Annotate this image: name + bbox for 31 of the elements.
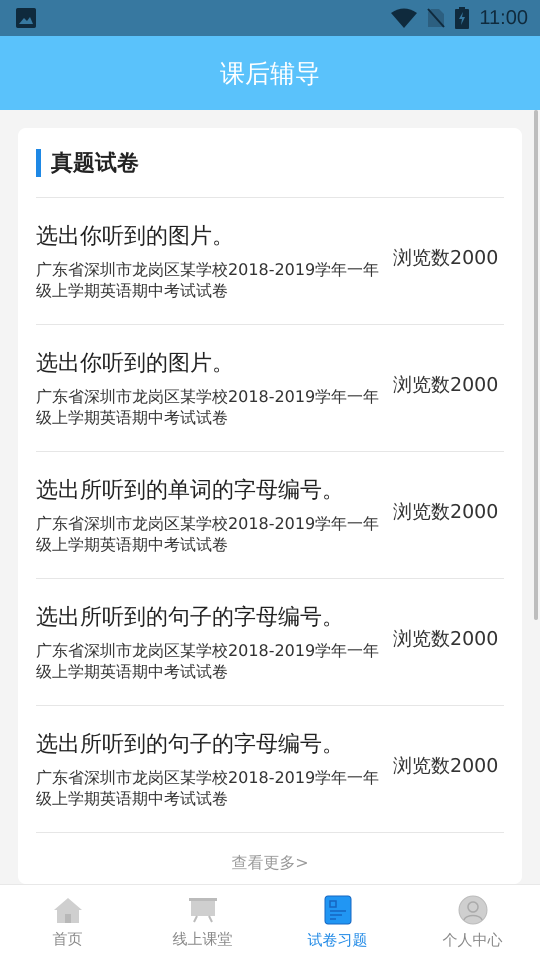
easel-icon [186, 896, 218, 924]
view-count: 浏览数2000 [393, 246, 498, 271]
view-count: 浏览数2000 [393, 373, 498, 398]
image-icon [16, 8, 36, 28]
question-title[interactable]: 选出所听到的单词的字母编号。 [36, 475, 391, 505]
exam-source: 广东省深圳市龙岗区某学校2018-2019学年一年级上学期英语期中考试试卷 [36, 259, 380, 301]
nav-tab[interactable]: 试卷习题 [270, 885, 405, 960]
section-title: 真题试卷 [51, 150, 139, 178]
wifi-icon [391, 8, 418, 28]
exam-source: 广东省深圳市龙岗区某学校2018-2019学年一年级上学期英语期中考试试卷 [36, 767, 380, 809]
accent-bar [36, 148, 41, 176]
battery-icon [455, 7, 470, 29]
view-count: 浏览数2000 [393, 500, 498, 525]
question-title[interactable]: 选出所听到的句子的字母编号。 [36, 729, 391, 759]
nav-tab[interactable]: 首页 [0, 885, 135, 960]
view-count: 浏览数2000 [393, 754, 498, 779]
avatar-icon [458, 895, 488, 925]
question-title[interactable]: 选出你听到的图片。 [36, 348, 391, 378]
nav-tab[interactable]: 线上课堂 [135, 885, 270, 960]
nav-tab[interactable]: 个人中心 [405, 885, 540, 960]
question-title[interactable]: 选出所听到的句子的字母编号。 [36, 602, 391, 632]
home-icon [52, 896, 84, 924]
question-title[interactable]: 选出你听到的图片。 [36, 221, 391, 251]
exam-source: 广东省深圳市龙岗区某学校2018-2019学年一年级上学期英语期中考试试卷 [36, 513, 380, 555]
exam-source: 广东省深圳市龙岗区某学校2018-2019学年一年级上学期英语期中考试试卷 [36, 386, 380, 428]
view-count: 浏览数2000 [393, 627, 498, 652]
page-title: 课后辅导 [220, 58, 320, 90]
document-icon [324, 895, 352, 925]
no-sim-icon [427, 8, 446, 28]
clock-time: 11:00 [479, 6, 528, 30]
exam-source: 广东省深圳市龙岗区某学校2018-2019学年一年级上学期英语期中考试试卷 [36, 640, 380, 682]
